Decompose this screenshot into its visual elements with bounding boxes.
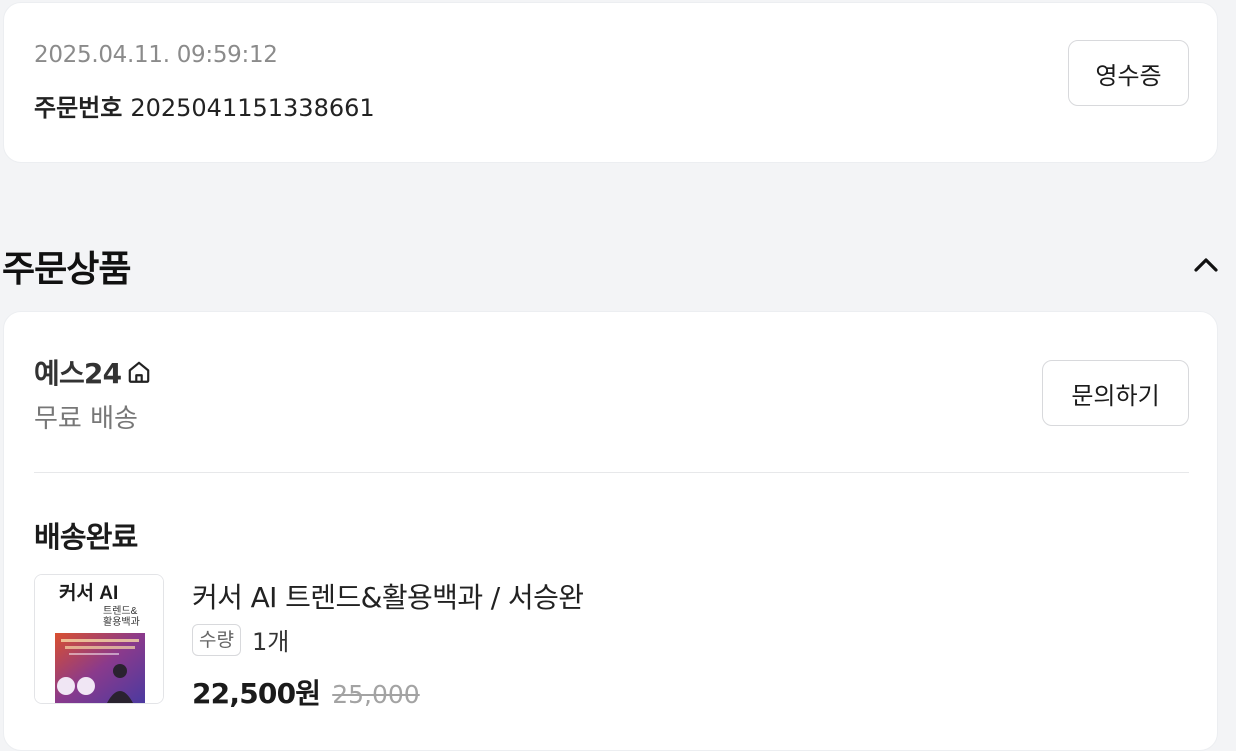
chevron-up-icon	[1194, 258, 1218, 272]
order-number-row: 주문번호 2025041151338661	[34, 88, 375, 123]
price-row: 22,500원 25,000	[192, 672, 420, 712]
shipping-fee: 무료 배송	[34, 404, 138, 434]
order-summary-card: 2025.04.11. 09:59:12 주문번호 202504115133866…	[3, 2, 1218, 163]
svg-text:커서 AI: 커서 AI	[59, 582, 118, 604]
receipt-button[interactable]: 영수증	[1068, 40, 1189, 106]
home-icon[interactable]	[126, 359, 152, 385]
section-title: 주문상품	[2, 249, 131, 290]
product-thumbnail[interactable]: 커서 AI 트렌드& 활용백과	[34, 574, 164, 704]
original-price: 25,000	[332, 680, 420, 709]
order-number: 2025041151338661	[130, 94, 375, 122]
divider	[34, 472, 1189, 473]
inquiry-button[interactable]: 문의하기	[1042, 360, 1189, 426]
svg-text:트렌드&: 트렌드&	[103, 605, 138, 617]
order-number-label: 주문번호	[34, 94, 123, 122]
sale-price: 22,500원	[192, 677, 321, 710]
collapse-toggle[interactable]	[1188, 246, 1224, 282]
product-title[interactable]: 커서 AI 트렌드&활용백과 / 서승완	[192, 576, 584, 616]
delivery-status: 배송완료	[34, 520, 138, 554]
quantity-row: 수량 1개	[192, 622, 289, 657]
quantity-value: 1개	[251, 628, 290, 656]
order-product-card: 예스24 무료 배송 문의하기 배송완료 커서 AI 트렌드& 활용백과 커서 …	[3, 311, 1218, 751]
quantity-label: 수량	[192, 623, 241, 656]
seller-name[interactable]: 예스24	[34, 352, 122, 392]
seller-row[interactable]: 예스24	[34, 352, 152, 392]
order-datetime: 2025.04.11. 09:59:12	[34, 42, 278, 68]
book-cover-image: 커서 AI 트렌드& 활용백과	[35, 575, 163, 703]
svg-text:활용백과: 활용백과	[103, 615, 140, 628]
